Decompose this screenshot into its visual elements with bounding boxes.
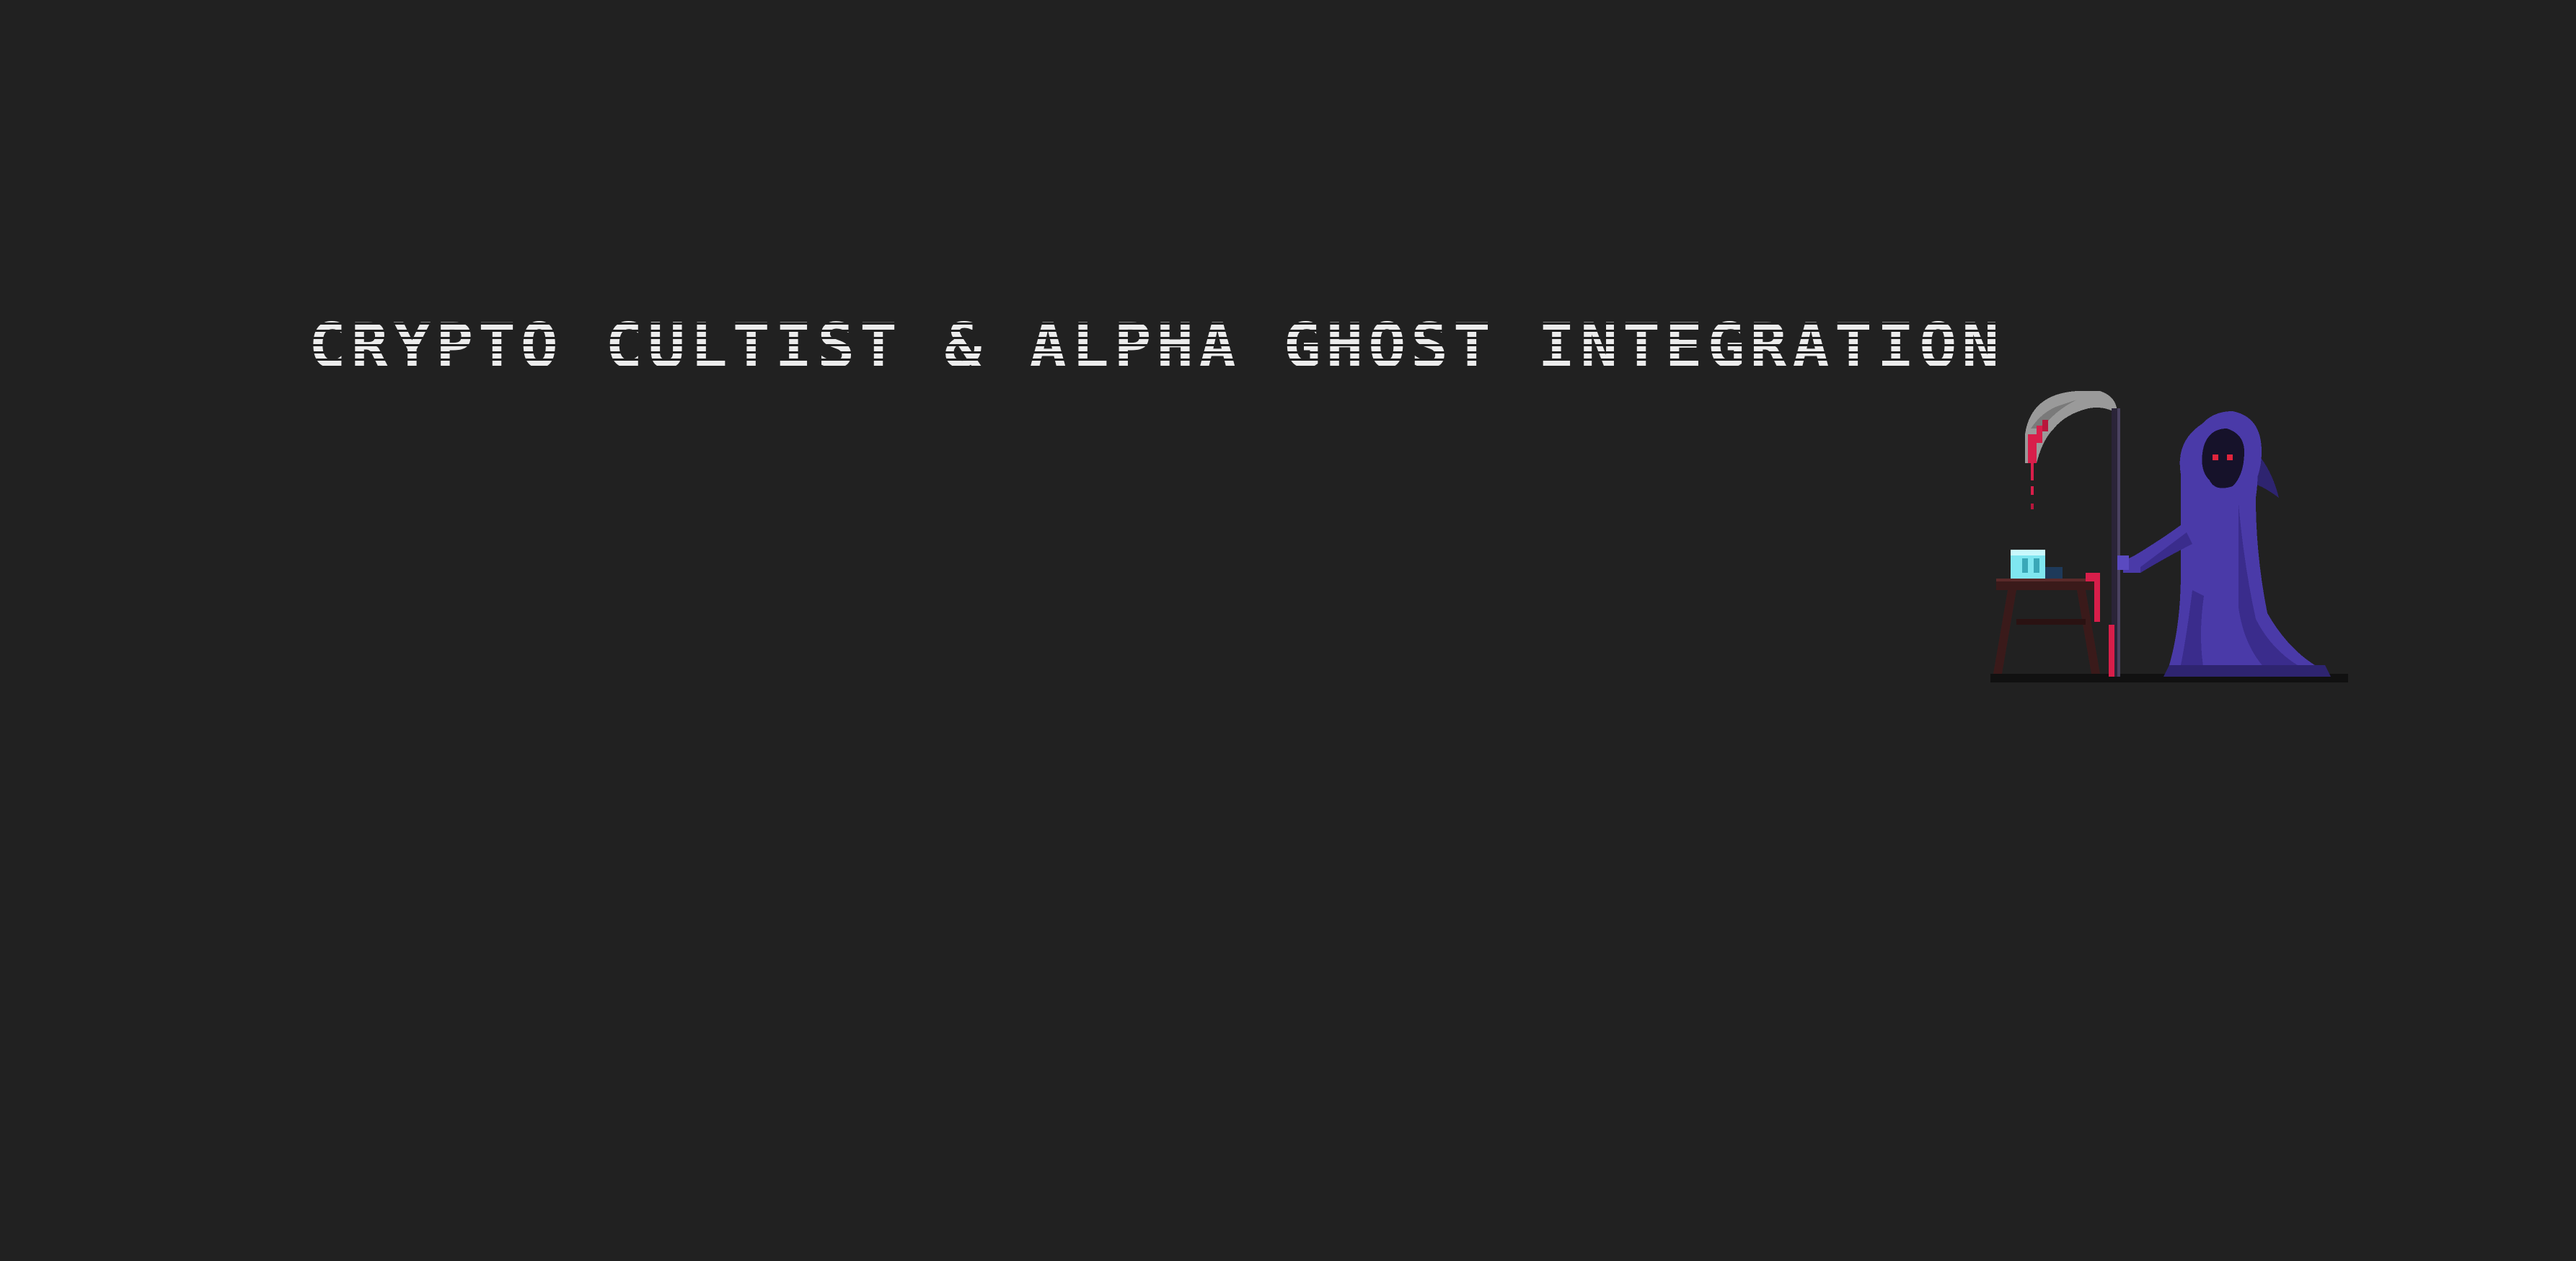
page-title: CRYPTO CULTIST & ALPHA GHOST INTEGRATION [309, 310, 2005, 382]
page: CRYPTO CULTIST & ALPHA GHOST INTEGRATION [0, 0, 2576, 1261]
grim-reaper-icon [1990, 388, 2348, 691]
